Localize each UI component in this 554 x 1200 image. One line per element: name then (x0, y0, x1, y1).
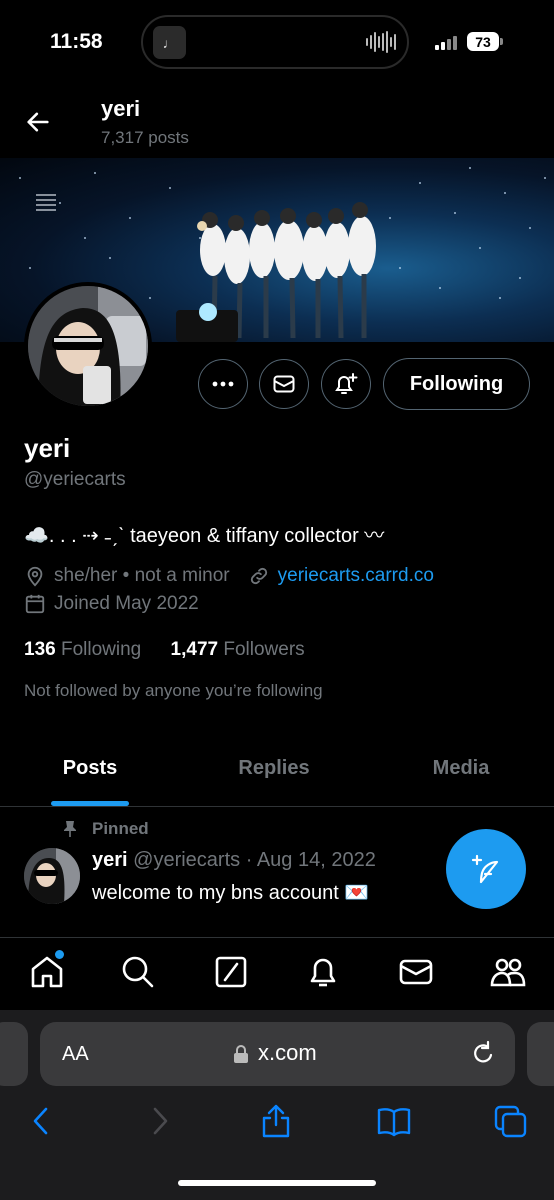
profile-handle: @yeriecarts (24, 469, 126, 490)
post-text: welcome to my bns account 💌 (92, 882, 370, 904)
pinned-label: Pinned (92, 819, 149, 838)
home-indicator (178, 1180, 376, 1186)
avatar-photo (28, 286, 148, 406)
more-options-button[interactable] (198, 359, 248, 409)
feather-plus-icon (471, 854, 499, 884)
notifications-icon[interactable] (305, 954, 341, 990)
search-icon[interactable] (120, 954, 156, 990)
calendar-icon (25, 594, 45, 614)
tab-posts[interactable]: Posts (40, 757, 140, 780)
following-button[interactable]: Following (383, 358, 530, 410)
back-arrow-icon[interactable] (24, 108, 52, 136)
profile-website-link[interactable]: yeriecarts.carrd.co (278, 565, 434, 587)
text-size-button[interactable]: AA (62, 1043, 89, 1066)
browser-forward-icon[interactable] (143, 1103, 177, 1139)
messages-icon[interactable] (398, 954, 434, 990)
tabs-icon[interactable] (494, 1103, 528, 1139)
share-icon[interactable] (259, 1103, 293, 1139)
bookmarks-icon[interactable] (377, 1103, 411, 1139)
post-header: yeri @yeriecarts · Aug 14, 2022 (92, 849, 376, 872)
followers-stat[interactable]: 1,477 Followers (171, 639, 305, 660)
communities-icon[interactable] (490, 954, 526, 990)
url-text[interactable]: x.com (258, 1040, 317, 1066)
post-handle-date: @yeriecarts · Aug 14, 2022 (133, 849, 376, 871)
next-tab-preview[interactable] (527, 1022, 554, 1086)
cellular-signal-icon (435, 34, 461, 50)
profile-meta-row: she/her • not a minor yeriecarts.carrd.c… (24, 565, 434, 587)
more-dots-icon (212, 381, 234, 387)
status-time: 11:58 (50, 30, 103, 53)
profile-name: yeri (24, 433, 71, 463)
location-pin-icon (27, 566, 43, 587)
bottom-nav-divider (0, 937, 554, 938)
profile-joined-row: Joined May 2022 (24, 593, 199, 615)
home-notification-dot (55, 950, 64, 959)
post-author-name[interactable]: yeri (92, 849, 128, 871)
audio-waveform-icon (366, 30, 396, 54)
pin-icon (64, 821, 76, 837)
following-count: 136 (24, 639, 56, 660)
profile-joined-date: Joined May 2022 (54, 593, 199, 614)
followers-count: 1,477 (170, 639, 219, 660)
following-stat[interactable]: 136 Following (24, 639, 141, 660)
grok-icon[interactable] (213, 954, 249, 990)
message-button[interactable] (259, 359, 309, 409)
following-label: Following (60, 639, 142, 660)
post-avatar-photo (24, 848, 80, 904)
profile-location: she/her • not a minor (54, 565, 230, 586)
battery-tip (500, 38, 503, 45)
not-followed-notice: Not followed by anyone you’re following (24, 681, 323, 700)
notifications-toggle-button[interactable] (321, 359, 371, 409)
envelope-icon (273, 375, 295, 393)
previous-tab-preview[interactable] (0, 1022, 28, 1086)
link-icon (250, 567, 267, 585)
profile-bio: ☁️. . . ⇢ ˗ˏˋ taeyeon & tiffany collecto… (24, 525, 385, 547)
compose-post-button[interactable] (446, 829, 526, 909)
browser-back-icon[interactable] (24, 1103, 58, 1139)
tab-replies[interactable]: Replies (224, 757, 324, 780)
followers-label: Followers (223, 639, 305, 660)
reload-icon[interactable] (470, 1040, 496, 1068)
tab-media[interactable]: Media (411, 757, 511, 780)
header-title: yeri (101, 96, 141, 121)
battery-indicator: 73 (467, 32, 499, 51)
follow-stats: 136 Following 1,477 Followers (24, 639, 305, 661)
bell-plus-icon (335, 373, 358, 394)
lock-icon (234, 1045, 248, 1063)
post-author-avatar[interactable] (24, 848, 80, 904)
tab-divider (0, 806, 554, 807)
music-note-icon: ♩ (153, 26, 186, 59)
profile-avatar[interactable] (24, 282, 152, 410)
header-post-count: 7,317 posts (101, 128, 189, 147)
home-icon[interactable] (29, 954, 65, 990)
